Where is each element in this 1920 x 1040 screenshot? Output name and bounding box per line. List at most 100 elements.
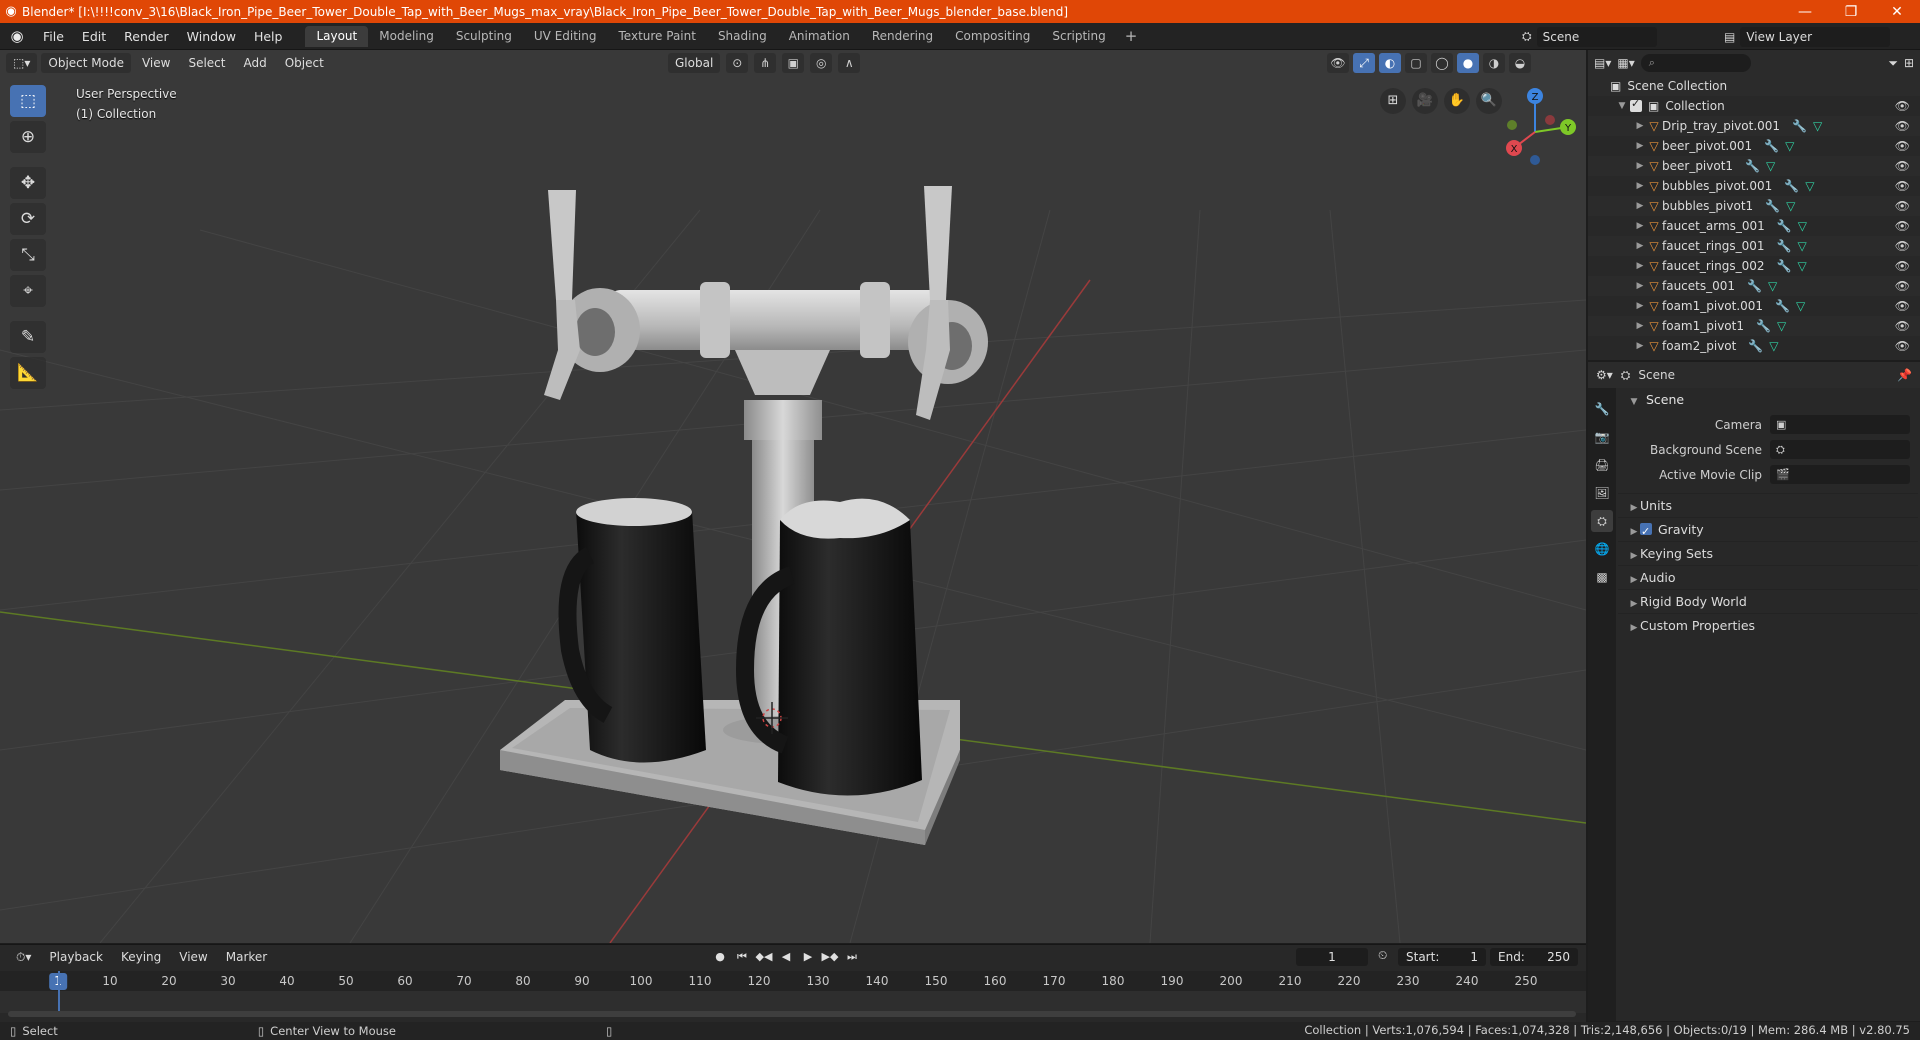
collection-checkbox[interactable] [1630,97,1642,112]
texture-tab-icon[interactable]: ▩ [1591,566,1613,588]
new-collection-icon[interactable]: ⊞ [1904,56,1914,70]
eye-icon[interactable]: 👁 [1895,199,1910,213]
editor-type-button[interactable]: ⬚▾ [6,53,38,73]
expand-triangle-icon[interactable]: ▶ [1634,261,1646,271]
outliner-object-row[interactable]: ▶ ▽ faucets_001 🔧 ▽ 👁 [1588,276,1920,296]
outliner-object-row[interactable]: ▶ ▽ foam1_pivot.001 🔧 ▽ 👁 [1588,296,1920,316]
eye-icon[interactable]: 👁 [1895,179,1910,193]
expand-triangle-icon[interactable]: ▶ [1634,201,1646,211]
tab-animation[interactable]: Animation [778,26,861,47]
menu-edit[interactable]: Edit [73,29,115,44]
tool-tab-icon[interactable]: 🔧 [1591,398,1613,420]
expand-triangle-icon[interactable]: ▶ [1634,181,1646,191]
eye-icon[interactable]: 👁 [1895,99,1910,113]
rendered-shading-icon[interactable]: ◒ [1509,53,1531,73]
mesh-data-icon[interactable]: ▽ [1768,279,1777,293]
camera-view-icon[interactable]: 🎥 [1412,88,1438,114]
start-frame-field[interactable]: Start: 1 [1398,948,1486,966]
preview-range-icon[interactable]: ⏲ [1378,948,1387,963]
viewport-menu-select[interactable]: Select [181,53,232,73]
menu-window[interactable]: Window [178,29,245,44]
modifier-wrench-icon[interactable]: 🔧 [1784,179,1799,193]
outliner-object-row[interactable]: ▶ ▽ bubbles_pivot1 🔧 ▽ 👁 [1588,196,1920,216]
outliner-object-row[interactable]: ▶ ▽ bubbles_pivot.001 🔧 ▽ 👁 [1588,176,1920,196]
object-mode-dropdown[interactable]: Object Mode [41,53,131,73]
overlay-toggle-icon[interactable]: ◐ [1379,53,1401,73]
outliner-object-row[interactable]: ▶ ▽ faucet_rings_001 🔧 ▽ 👁 [1588,236,1920,256]
snap-target-icon[interactable]: ▣ [782,53,805,73]
jump-keyframe-forward-icon[interactable]: ▶◆ [820,948,840,966]
gizmo-toggle-icon[interactable]: ⤢ [1353,53,1375,73]
gravity-checkbox[interactable] [1640,520,1652,544]
audio-panel[interactable]: ▶ Audio [1618,565,1918,589]
render-tab-icon[interactable]: 📷 [1591,426,1613,448]
modifier-wrench-icon[interactable]: 🔧 [1764,139,1779,153]
material-shading-icon[interactable]: ◑ [1483,53,1505,73]
expand-triangle-icon[interactable]: ▶ [1634,121,1646,131]
outliner-search-input[interactable]: ⌕ [1640,54,1751,72]
timeline-scrollbar[interactable] [8,1011,1576,1017]
menu-file[interactable]: File [34,29,73,44]
annotate-tool-icon[interactable]: ✎ [10,321,46,353]
timeline-track[interactable] [0,991,1586,1013]
3d-viewport[interactable]: ⬚▾ Object Mode View Select Add Object Gl… [0,50,1586,943]
snap-icon[interactable]: ⋔ [754,53,777,73]
modifier-wrench-icon[interactable]: 🔧 [1775,299,1790,313]
mesh-data-icon[interactable]: ▽ [1777,319,1786,333]
current-frame-field[interactable]: 1 [1296,948,1368,966]
falloff-icon[interactable]: ∧ [838,53,861,73]
visibility-icon[interactable]: 👁 [1327,53,1349,73]
jump-keyframe-back-icon[interactable]: ◆◀ [754,948,774,966]
eye-icon[interactable]: 👁 [1895,319,1910,333]
viewport-menu-add[interactable]: Add [236,53,273,73]
view-layer-tab-icon[interactable]: 🖼 [1591,482,1613,504]
pin-icon[interactable]: 📌 [1897,368,1912,382]
background-scene-field[interactable]: ⛭ [1770,440,1910,459]
transform-tool-icon[interactable]: ⌖ [10,275,46,307]
select-box-tool-icon[interactable]: ⬚ [10,85,46,117]
cursor-tool-icon[interactable]: ⊕ [10,121,46,153]
eye-icon[interactable]: 👁 [1895,159,1910,173]
output-tab-icon[interactable]: 🖨 [1591,454,1613,476]
mesh-data-icon[interactable]: ▽ [1798,219,1807,233]
add-workspace-icon[interactable]: + [1117,27,1146,45]
custom-properties-panel[interactable]: ▶ Custom Properties [1618,613,1918,637]
expand-triangle-icon[interactable]: ▶ [1634,161,1646,171]
expand-triangle-icon[interactable]: ▶ [1634,301,1646,311]
tab-sculpting[interactable]: Sculpting [445,26,523,47]
outliner-object-row[interactable]: ▶ ▽ foam2_pivot 🔧 ▽ 👁 [1588,336,1920,356]
rigid-body-world-panel[interactable]: ▶ Rigid Body World [1618,589,1918,613]
expand-triangle-icon[interactable]: ▶ [1634,321,1646,331]
measure-tool-icon[interactable]: 📐 [10,357,46,389]
outliner-editor-icon[interactable]: ▤▾ [1594,56,1611,70]
pivot-point-icon[interactable]: ⊙ [726,53,749,73]
modifier-wrench-icon[interactable]: 🔧 [1777,259,1792,273]
play-icon[interactable]: ▶ [798,948,818,966]
tab-shading[interactable]: Shading [707,26,778,47]
scene-name-field[interactable]: Scene [1536,26,1657,47]
scene-selector[interactable]: ⛭ Scene [1522,26,1672,47]
jump-end-icon[interactable]: ⏭ [842,948,862,966]
jump-start-icon[interactable]: ⏮ [732,948,752,966]
modifier-wrench-icon[interactable]: 🔧 [1777,219,1792,233]
mesh-data-icon[interactable]: ▽ [1785,139,1794,153]
outliner-object-row[interactable]: ▶ ▽ faucet_rings_002 🔧 ▽ 👁 [1588,256,1920,276]
units-panel[interactable]: ▶ Units [1618,493,1918,517]
eye-icon[interactable]: 👁 [1895,239,1910,253]
display-mode-icon[interactable]: ▦▾ [1617,56,1634,70]
expand-triangle-icon[interactable]: ▶ [1634,241,1646,251]
end-frame-field[interactable]: End: 250 [1490,948,1578,966]
solid-shading-icon[interactable]: ● [1457,53,1479,73]
timeline-menu-marker[interactable]: Marker [218,950,275,964]
collapse-triangle-icon[interactable]: ▼ [1616,101,1628,111]
modifier-wrench-icon[interactable]: 🔧 [1792,119,1807,133]
keying-sets-panel[interactable]: ▶ Keying Sets [1618,541,1918,565]
expand-triangle-icon[interactable]: ▶ [1634,281,1646,291]
gravity-panel[interactable]: ▶Gravity [1618,517,1918,544]
viewport-menu-view[interactable]: View [135,53,177,73]
mesh-data-icon[interactable]: ▽ [1786,199,1795,213]
eye-icon[interactable]: 👁 [1895,139,1910,153]
eye-icon[interactable]: 👁 [1895,279,1910,293]
mesh-data-icon[interactable]: ▽ [1797,259,1806,273]
outliner-object-row[interactable]: ▶ ▽ beer_pivot.001 🔧 ▽ 👁 [1588,136,1920,156]
